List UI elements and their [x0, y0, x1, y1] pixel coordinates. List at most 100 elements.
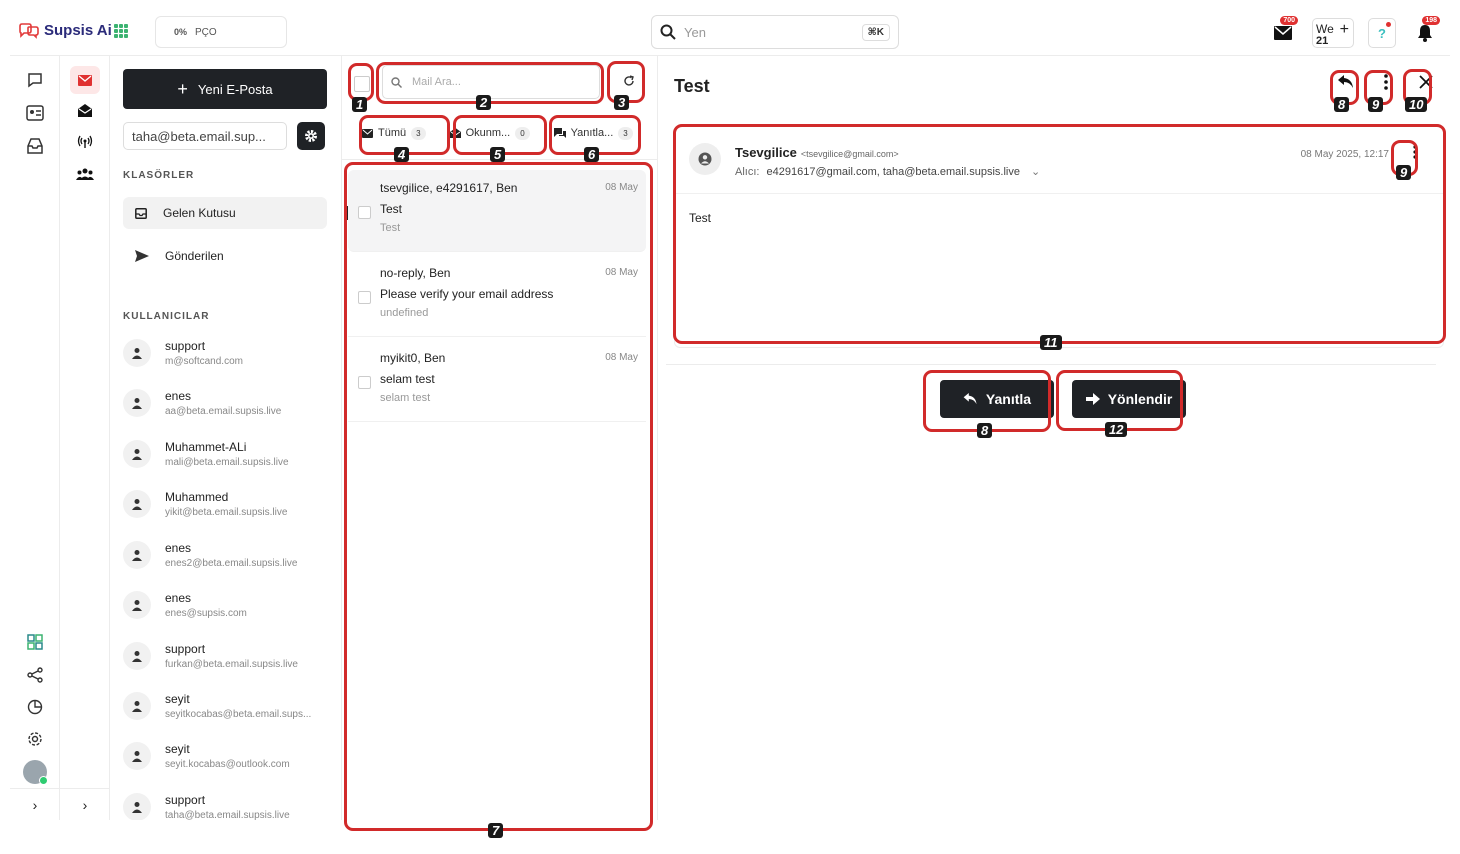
filter-unread-tab[interactable]: Okunm... 0 [444, 120, 536, 146]
mail-snippet: Test [380, 222, 401, 234]
user-item[interactable]: Muhammet-ALi mali@beta.email.supsis.live [123, 433, 333, 475]
mail-search-input[interactable]: Mail Ara... [382, 65, 600, 99]
filter-label: Tümü [378, 127, 407, 139]
reply-button[interactable]: Yanıtla [940, 380, 1054, 418]
plus-icon: + [177, 78, 188, 99]
brand-logo[interactable]: Supsis Ai [18, 22, 112, 39]
reply-label: Yanıtla [985, 391, 1032, 407]
person-icon [123, 793, 151, 820]
user-name: enes [165, 389, 192, 403]
question-icon: ? [1378, 25, 1386, 41]
mail-checkbox[interactable] [358, 291, 371, 304]
folder-sent[interactable]: Gönderilen [123, 240, 327, 272]
person-icon [123, 389, 151, 417]
person-icon [123, 339, 151, 367]
mail-list-item[interactable]: tsevgilice, e4291617, Ben 08 May Test Te… [346, 170, 646, 252]
envelope-icon [78, 74, 92, 86]
account-settings-button[interactable] [297, 122, 325, 150]
user-item[interactable]: seyit seyitkocabas@beta.email.sups... [123, 685, 333, 727]
user-item[interactable]: enes enes@supsis.com [123, 584, 333, 626]
open-mail-tab[interactable] [70, 96, 100, 124]
mail-snippet: selam test [380, 392, 431, 404]
mail-date: 08 May [605, 267, 638, 278]
chevron-down-icon[interactable]: ⌄ [1031, 166, 1040, 178]
plus-icon: + [1339, 21, 1349, 38]
global-search[interactable]: Yen ⌘K [651, 15, 899, 49]
message-date: 08 May 2025, 12:17 [1300, 149, 1389, 160]
org-selector[interactable]: 0% PÇO [155, 16, 287, 48]
main-rail: › [10, 56, 60, 820]
share-nodes-icon[interactable] [25, 665, 45, 685]
more-options-button[interactable] [1374, 70, 1398, 94]
folder-inbox[interactable]: Gelen Kutusu [123, 197, 327, 229]
inbox-icon [135, 207, 147, 219]
filter-count: 3 [411, 126, 426, 140]
we-label: We [1316, 22, 1334, 36]
dashboard-icon[interactable] [25, 632, 45, 652]
recipients: Alıcı: e4291617@gmail.com, taha@beta.ema… [735, 165, 1040, 178]
user-name: support [165, 339, 206, 353]
global-search-placeholder: Yen [684, 24, 706, 40]
contacts-icon[interactable] [25, 103, 45, 123]
user-name: enes [165, 541, 192, 555]
user-avatar[interactable] [23, 760, 48, 785]
mail-notifications[interactable]: 700 [1268, 16, 1298, 48]
message-body: Test [689, 211, 712, 225]
user-item[interactable]: enes enes2@beta.email.supsis.live [123, 534, 333, 576]
account-select[interactable]: taha@beta.email.sup... ⌄ [123, 122, 287, 150]
mail-badge: 700 [1280, 16, 1298, 25]
inbox-tray-icon[interactable] [25, 136, 45, 156]
filter-label: Okunm... [465, 127, 511, 139]
mail-checkbox[interactable] [358, 206, 371, 219]
user-item[interactable]: enes aa@beta.email.supsis.live [123, 382, 333, 424]
email-channel-tab[interactable] [70, 66, 100, 94]
user-item[interactable]: support m@softcand.com [123, 332, 333, 374]
annotation-label: 5 [490, 147, 506, 162]
reply-icon-button[interactable] [1334, 70, 1358, 94]
reports-pie-icon[interactable] [25, 697, 45, 717]
forward-button[interactable]: Yönlendir [1072, 380, 1186, 418]
user-item[interactable]: support taha@beta.email.supsis.live [123, 786, 333, 820]
sender: Tsevgilice <tsevgilice@gmail.com> [735, 145, 899, 160]
select-all-checkbox[interactable] [354, 76, 370, 92]
mail-list-item[interactable]: myikit0, Ben 08 May selam test selam tes… [348, 340, 646, 422]
sender-avatar-icon [689, 143, 721, 175]
close-button[interactable] [1414, 70, 1438, 94]
folders-panel: + Yeni E-Posta taha@beta.email.sup... ⌄ … [110, 56, 342, 820]
user-email: seyit.kocabas@outlook.com [165, 759, 290, 770]
help-button[interactable]: ? [1368, 18, 1396, 48]
user-item[interactable]: support furkan@beta.email.supsis.live [123, 635, 333, 677]
folder-label: Gönderilen [165, 249, 224, 263]
user-name: support [165, 793, 206, 807]
team-tab[interactable] [70, 160, 100, 188]
search-icon [391, 76, 402, 88]
workspace-button[interactable]: We 21 + [1312, 18, 1354, 48]
send-icon [135, 250, 149, 262]
new-email-button[interactable]: + Yeni E-Posta [123, 69, 327, 109]
user-email: furkan@beta.email.supsis.live [165, 659, 298, 670]
top-bar: Supsis Ai 0% PÇO Yen ⌘K 700 We 21 + ? 19… [10, 10, 1450, 56]
search-icon [660, 24, 676, 40]
mail-checkbox[interactable] [358, 376, 371, 389]
chevron-right-icon: › [82, 796, 88, 813]
filter-replied-tab[interactable]: Yanıtla... 3 [548, 120, 639, 146]
user-item[interactable]: Muhammed yikit@beta.email.supsis.live [123, 483, 333, 525]
annotation-label: 8 [977, 423, 993, 438]
panel-expand-button[interactable]: › [60, 788, 110, 820]
rail-expand-button[interactable]: › [10, 788, 60, 820]
user-name: seyit [165, 742, 190, 756]
broadcast-tab[interactable] [70, 128, 100, 156]
person-icon [123, 692, 151, 720]
mail-list-item[interactable]: no-reply, Ben 08 May Please verify your … [348, 255, 646, 337]
apps-grid-icon[interactable] [114, 24, 128, 38]
arrow-right-icon [1085, 393, 1100, 405]
filter-all-tab[interactable]: Tümü 3 [356, 120, 432, 146]
refresh-button[interactable] [616, 68, 642, 94]
message-more-button[interactable] [1413, 145, 1417, 159]
settings-gear-icon[interactable] [25, 729, 45, 749]
envelope-icon [362, 128, 373, 138]
user-item[interactable]: seyit seyit.kocabas@outlook.com [123, 735, 333, 777]
refresh-icon [624, 75, 634, 86]
chat-icon[interactable] [25, 70, 45, 90]
notifications-button[interactable]: 198 [1410, 16, 1440, 48]
